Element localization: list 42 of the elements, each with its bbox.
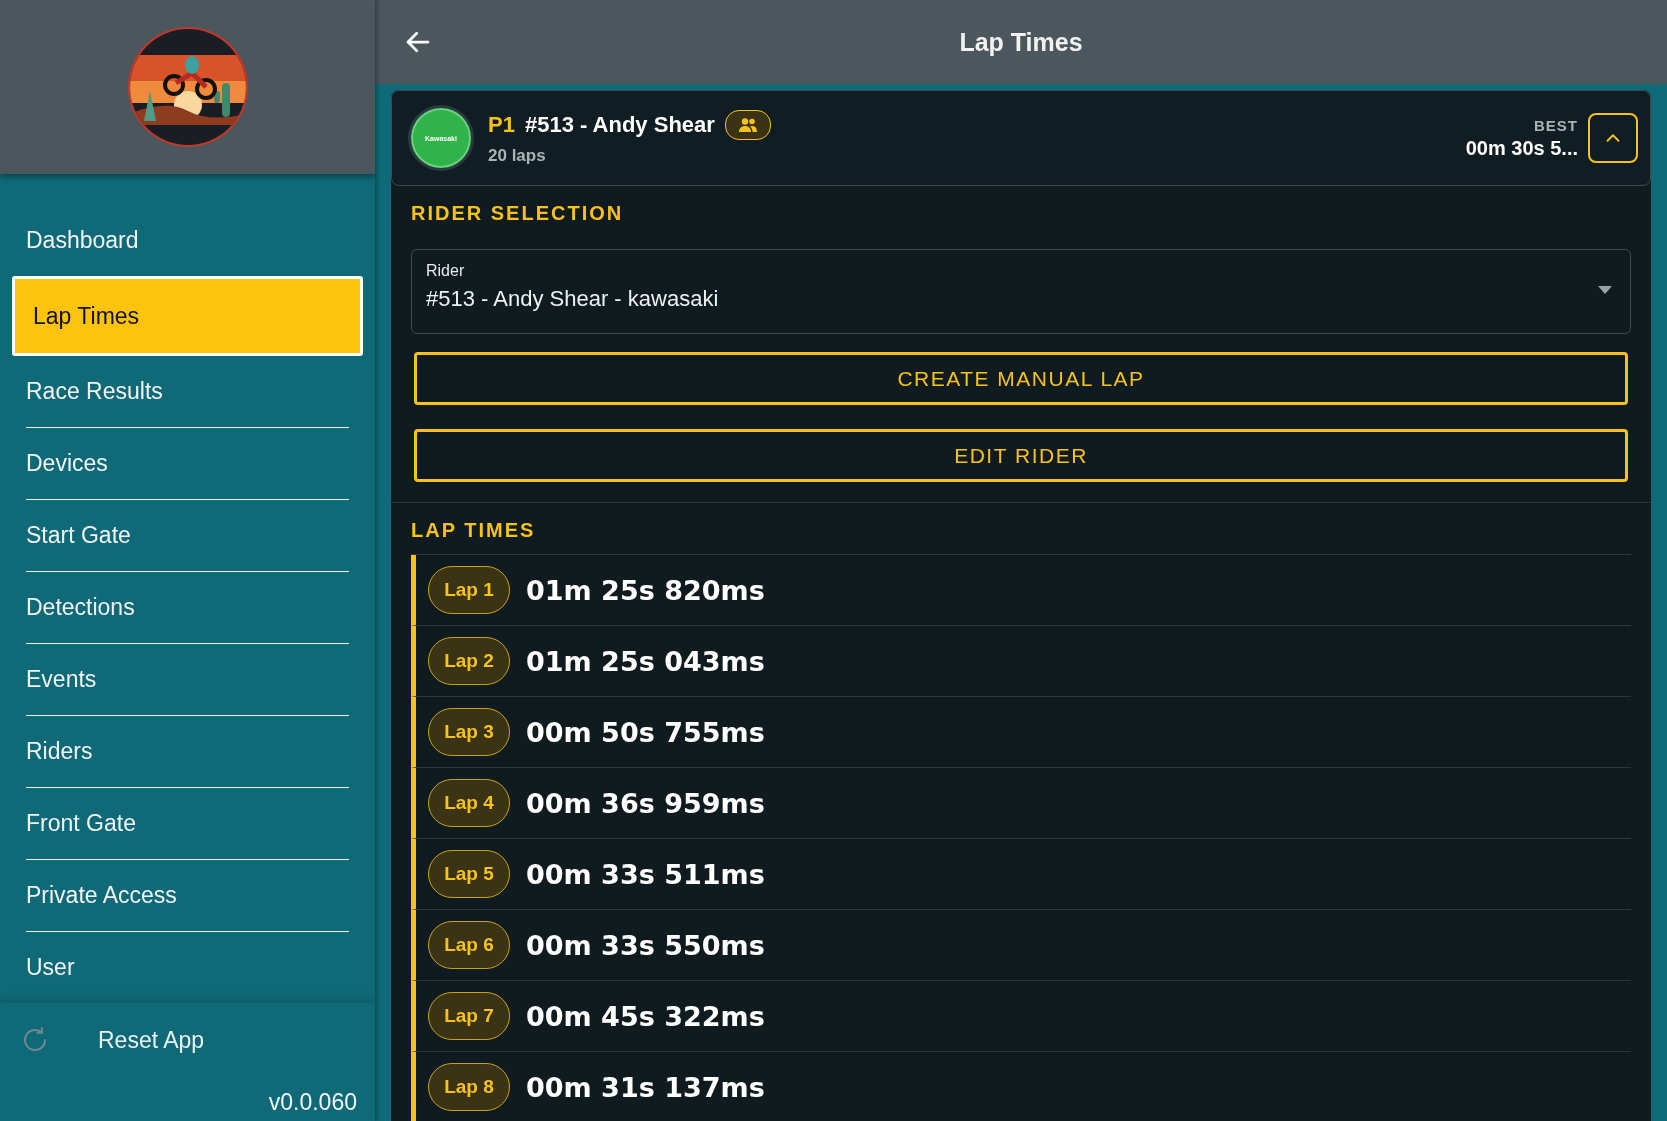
nav-item[interactable]: Riders [26,716,349,788]
nav-item[interactable]: Race Results [26,356,349,428]
rider-name: #513 - Andy Shear [524,112,715,138]
nav-item[interactable]: Events [26,644,349,716]
rider-select[interactable]: Rider #513 - Andy Shear - kawasaki [411,249,1631,334]
nav-item[interactable]: Start Gate [26,500,349,572]
nav-item[interactable]: Devices [26,428,349,500]
nav-item[interactable]: Detections [26,572,349,644]
lap-time: 01m 25s 820ms [526,574,765,606]
section-heading: LAP TIMES [411,519,537,542]
lap-badge: Lap 6 [428,921,510,969]
lap-time: 00m 45s 322ms [526,1000,765,1032]
lap-time: 00m 33s 511ms [526,858,765,890]
lap-badge: Lap 7 [428,992,510,1040]
lap-time: 00m 36s 959ms [526,787,765,819]
lap-badge: Lap 5 [428,850,510,898]
section-heading: RIDER SELECTION [411,202,625,225]
group-icon [724,110,771,140]
nav-item[interactable]: Front Gate [26,788,349,860]
page-title: Lap Times [959,27,1083,57]
action-button[interactable]: CREATE MANUAL LAP [414,352,1628,405]
best-time: 00m 30s 5... [1465,136,1578,160]
lap-count: 20 laps [488,146,547,166]
position-label: P1 [488,112,515,138]
version-label: v0.0.060 [268,1089,357,1116]
caret-icon[interactable] [1598,286,1612,294]
collapse-button[interactable] [1588,113,1638,163]
lap-time: 01m 25s 043ms [526,645,765,677]
reset-app-button[interactable]: Reset App [98,1026,205,1054]
lap-badge: Lap 4 [428,779,510,827]
lap-badge: Lap 8 [428,1063,510,1111]
lap-badge: Lap 3 [428,708,510,756]
nav-item[interactable]: Lap Times [12,276,363,356]
nav-item[interactable]: Dashboard [26,204,349,276]
lap-time: 00m 50s 755ms [526,716,765,748]
action-button[interactable]: EDIT RIDER [414,429,1628,482]
lap-badge: Lap 1 [428,566,510,614]
nav-item[interactable]: Private Access [26,860,349,932]
lap-badge: Lap 2 [428,637,510,685]
best-label: BEST [1534,116,1578,134]
lap-time: 00m 33s 550ms [526,929,765,961]
lap-time: 00m 31s 137ms [526,1071,765,1103]
